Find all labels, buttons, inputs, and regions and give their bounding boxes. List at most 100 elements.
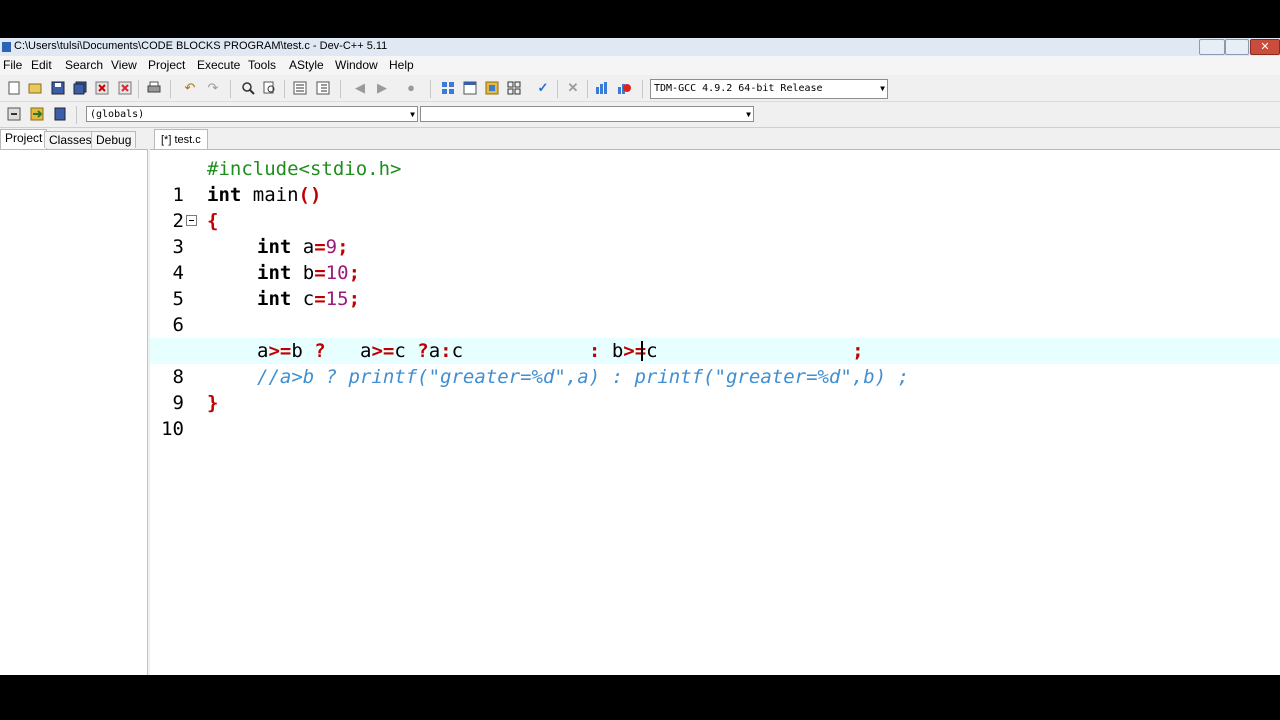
menu-view[interactable]: View bbox=[111, 58, 137, 72]
code-line: 10 } bbox=[150, 390, 1280, 440]
replace-icon[interactable] bbox=[262, 80, 278, 96]
close-file-icon[interactable] bbox=[94, 80, 110, 96]
member-select[interactable]: ▼ bbox=[420, 106, 754, 122]
unindent-icon[interactable] bbox=[315, 80, 331, 96]
code-token: int bbox=[257, 262, 292, 284]
code-comment: //a>b ? printf("greater=%d",a) : printf(… bbox=[257, 366, 910, 388]
bookmark-icon[interactable]: ● bbox=[403, 80, 419, 96]
new-file-icon[interactable] bbox=[6, 80, 22, 96]
close-all-icon[interactable] bbox=[117, 80, 133, 96]
menu-astyle[interactable]: AStyle bbox=[289, 58, 324, 72]
menu-execute[interactable]: Execute bbox=[197, 58, 240, 72]
insert-icon[interactable] bbox=[6, 106, 22, 122]
project-panel[interactable] bbox=[0, 149, 148, 675]
menu-edit[interactable]: Edit bbox=[31, 58, 52, 72]
fold-toggle-icon[interactable] bbox=[186, 215, 197, 226]
code-line: 6 int c=15; bbox=[150, 286, 1280, 336]
code-token: 9 bbox=[325, 236, 338, 258]
code-token: >= bbox=[371, 340, 395, 362]
code-token: = bbox=[314, 288, 326, 310]
undo-icon[interactable]: ↶ bbox=[182, 80, 198, 96]
rebuild-icon[interactable] bbox=[506, 80, 522, 96]
chevron-down-icon: ▼ bbox=[880, 84, 885, 93]
menu-file[interactable]: File bbox=[3, 58, 22, 72]
compiler-select-value: TDM-GCC 4.9.2 64-bit Release bbox=[654, 83, 823, 94]
menu-project[interactable]: Project bbox=[148, 58, 185, 72]
indent-icon[interactable] bbox=[292, 80, 308, 96]
close-button[interactable]: ✕ bbox=[1250, 39, 1280, 55]
main-toolbar: ↶ ↷ ◀ ▶ ● ✓ ✕ TDM-GCC 4.9.2 64-bit Relea… bbox=[0, 76, 1280, 102]
code-token: int bbox=[207, 184, 242, 206]
code-line: 4 int a=9; bbox=[150, 234, 1280, 284]
compiler-select[interactable]: TDM-GCC 4.9.2 64-bit Release ▼ bbox=[650, 79, 888, 99]
forward-icon[interactable]: ▶ bbox=[374, 80, 390, 96]
code-token: ; bbox=[852, 340, 864, 362]
minimize-button[interactable] bbox=[1199, 39, 1225, 55]
code-line: 3 { bbox=[150, 208, 1280, 258]
app-icon bbox=[2, 42, 11, 52]
code-editor[interactable]: 1 #include<stdio.h> 2 int main() 3 { 4 i… bbox=[150, 149, 1280, 675]
code-token: int bbox=[257, 236, 292, 258]
code-token: c bbox=[451, 340, 464, 362]
code-token: ? bbox=[314, 340, 326, 362]
code-line: 5 int b=10; bbox=[150, 260, 1280, 310]
goto-icon[interactable] bbox=[29, 106, 45, 122]
class-toolbar: (globals) ▼ ▼ bbox=[0, 102, 1280, 128]
save-all-icon[interactable] bbox=[72, 80, 88, 96]
code-token: #include<stdio.h> bbox=[207, 158, 402, 180]
code-token: int bbox=[257, 288, 292, 310]
code-token: : bbox=[440, 340, 452, 362]
profile-icon[interactable] bbox=[594, 80, 610, 96]
code-token: ; bbox=[348, 262, 361, 284]
stop-icon[interactable]: ✕ bbox=[565, 80, 581, 96]
print-icon[interactable] bbox=[146, 80, 162, 96]
code-line: 7 bbox=[150, 312, 1280, 362]
maximize-button[interactable] bbox=[1225, 39, 1249, 55]
chevron-down-icon: ▼ bbox=[746, 110, 751, 119]
chevron-down-icon: ▼ bbox=[410, 110, 415, 119]
back-icon[interactable]: ◀ bbox=[352, 80, 368, 96]
code-token: () bbox=[298, 184, 322, 206]
save-icon[interactable] bbox=[50, 80, 66, 96]
check-syntax-icon[interactable]: ✓ bbox=[535, 80, 551, 96]
menu-tools[interactable]: Tools bbox=[248, 58, 276, 72]
window-title: C:\Users\tulsi\Documents\CODE BLOCKS PRO… bbox=[14, 40, 388, 52]
tab-debug[interactable]: Debug bbox=[91, 131, 137, 148]
tab-project[interactable]: Project bbox=[0, 129, 48, 150]
code-token: c bbox=[646, 340, 658, 362]
compile-run-icon[interactable] bbox=[484, 80, 500, 96]
menu-search[interactable]: Search bbox=[65, 58, 103, 72]
code-token: 10 bbox=[325, 262, 349, 284]
editor-tabs: [*] test.c bbox=[150, 128, 1280, 150]
code-token: : bbox=[588, 340, 601, 362]
code-token: = bbox=[314, 262, 326, 284]
menu-help[interactable]: Help bbox=[389, 58, 414, 72]
code-token: a bbox=[428, 340, 441, 362]
code-token: 15 bbox=[325, 288, 349, 310]
find-icon[interactable] bbox=[240, 80, 256, 96]
code-token: b bbox=[291, 262, 315, 284]
tab-classes[interactable]: Classes bbox=[44, 131, 97, 148]
code-token: ? bbox=[417, 340, 429, 362]
code-token: main bbox=[241, 184, 299, 206]
text-cursor bbox=[641, 341, 643, 361]
line-number: 10 bbox=[161, 418, 184, 440]
redo-icon[interactable]: ↷ bbox=[205, 80, 221, 96]
menu-window[interactable]: Window bbox=[335, 58, 378, 72]
open-file-icon[interactable] bbox=[27, 80, 43, 96]
run-icon[interactable] bbox=[462, 80, 478, 96]
code-token: >= bbox=[268, 340, 292, 362]
delete-profile-icon[interactable] bbox=[616, 80, 632, 96]
toggle-bookmark-icon[interactable] bbox=[52, 106, 68, 122]
code-token: a bbox=[360, 340, 372, 362]
globals-select[interactable]: (globals) ▼ bbox=[86, 106, 418, 122]
current-code-line: 8 a>=b ? a>=c ?a:c : b>=c ; bbox=[150, 338, 1280, 388]
code-line: 1 #include<stdio.h> bbox=[150, 156, 1280, 206]
compile-icon[interactable] bbox=[440, 80, 456, 96]
tab-test-c[interactable]: [*] test.c bbox=[154, 129, 208, 150]
panel-tabs: Project Classes Debug bbox=[0, 128, 148, 150]
